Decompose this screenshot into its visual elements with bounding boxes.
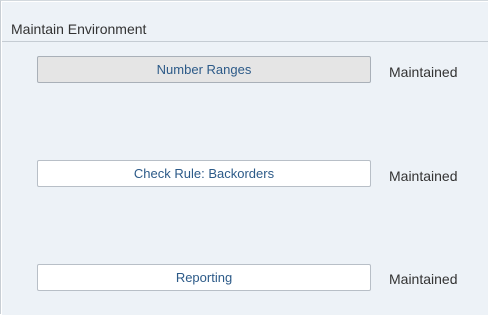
reporting-status: Maintained	[389, 271, 458, 287]
maintain-environment-panel: Maintain Environment Number Ranges Maint…	[2, 2, 488, 315]
number-ranges-status: Maintained	[389, 64, 458, 80]
section-title: Maintain Environment	[11, 21, 147, 37]
check-rule-backorders-button[interactable]: Check Rule: Backorders	[37, 160, 371, 187]
check-rule-backorders-status: Maintained	[389, 168, 458, 184]
section-header: Maintain Environment	[2, 2, 488, 42]
number-ranges-button[interactable]: Number Ranges	[37, 56, 371, 83]
reporting-button[interactable]: Reporting	[37, 264, 371, 291]
window-frame: Maintain Environment Number Ranges Maint…	[0, 0, 488, 315]
